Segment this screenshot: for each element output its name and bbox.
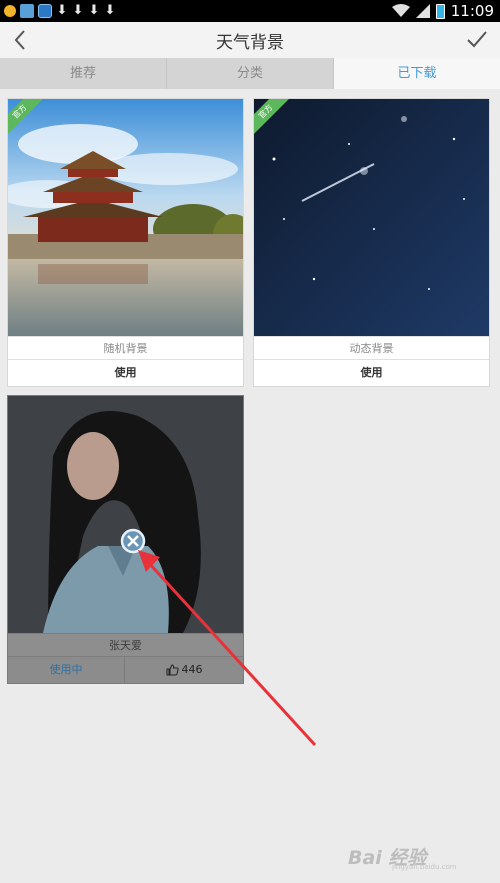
like-count: 446: [181, 663, 203, 676]
use-button[interactable]: 使用: [8, 360, 243, 386]
background-card-dynamic[interactable]: 官方 动态背景 使用: [253, 98, 490, 387]
background-card-random[interactable]: 官方 随机背景 使用: [7, 98, 244, 387]
clock: 11:09: [450, 2, 494, 20]
weather-icon: [4, 5, 16, 17]
download-icon: ⬇: [104, 3, 116, 18]
title-bar: 天气背景: [0, 22, 500, 58]
background-card-portrait[interactable]: 张天爱 使用中 446: [7, 395, 244, 684]
status-bar: ⬇ ⬇ ⬇ ⬇ 11:09: [0, 0, 500, 22]
signal-icon: [415, 4, 430, 18]
notification-icons: ⬇ ⬇ ⬇ ⬇: [4, 3, 116, 19]
system-icons: 11:09: [391, 2, 494, 20]
app-icon: [38, 4, 52, 18]
download-icon: ⬇: [72, 3, 84, 18]
background-thumbnail[interactable]: [8, 396, 243, 633]
background-thumbnail[interactable]: 官方: [254, 99, 489, 336]
in-use-label: 使用中: [8, 657, 125, 683]
tab-bar: 推荐 分类 已下载: [0, 58, 500, 89]
tab-categories[interactable]: 分类: [167, 58, 334, 89]
weather-widget-icon: [20, 4, 34, 18]
tab-downloaded[interactable]: 已下载: [334, 58, 500, 89]
background-name: 随机背景: [8, 336, 243, 360]
card-actions: 使用中 446: [8, 657, 243, 683]
wifi-icon: [391, 4, 410, 17]
night-sky-image: [254, 99, 489, 336]
watermark: Bai 经验 jingyan.baidu.com: [346, 839, 486, 873]
battery-icon: [435, 3, 445, 19]
page-title: 天气背景: [216, 33, 284, 53]
watermark-url: jingyan.baidu.com: [392, 863, 457, 871]
background-name: 张天爱: [8, 633, 243, 657]
checkmark-icon[interactable]: [462, 25, 492, 55]
delete-icon[interactable]: [119, 527, 147, 555]
like-button[interactable]: 446: [125, 657, 243, 683]
forbidden-city-image: [8, 99, 243, 336]
use-button[interactable]: 使用: [254, 360, 489, 386]
portrait-image: [8, 396, 243, 633]
background-name: 动态背景: [254, 336, 489, 360]
thumbs-up-icon: [166, 664, 179, 676]
download-icon: ⬇: [88, 3, 100, 18]
download-icon: ⬇: [56, 3, 68, 18]
tab-recommended[interactable]: 推荐: [0, 58, 167, 89]
background-thumbnail[interactable]: 官方: [8, 99, 243, 336]
